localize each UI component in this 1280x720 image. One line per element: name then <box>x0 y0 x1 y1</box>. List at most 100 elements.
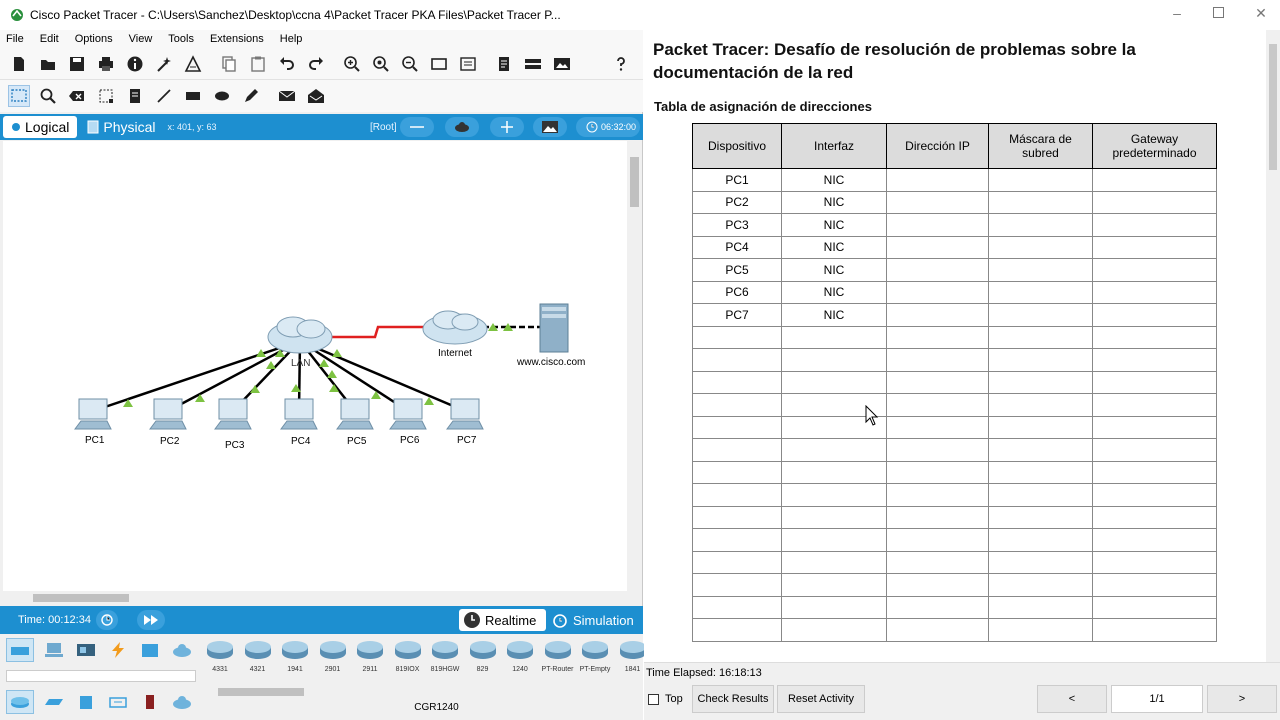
save-button[interactable] <box>66 53 88 75</box>
device-model-item[interactable]: PT-Empty <box>578 638 612 678</box>
pc-node[interactable]: PC4 <box>280 398 318 447</box>
device-model-item[interactable]: 2901 <box>316 638 350 678</box>
subcategory-switches[interactable] <box>40 690 68 714</box>
freeform-tool[interactable] <box>240 85 262 107</box>
menu-help[interactable]: Help <box>280 33 303 45</box>
zoom-out-button[interactable] <box>399 53 421 75</box>
subcategory-wireless[interactable] <box>104 690 132 714</box>
device-search-field[interactable] <box>6 670 196 682</box>
reset-activity-button[interactable]: Reset Activity <box>777 685 865 713</box>
pdu-list-button[interactable] <box>522 53 544 75</box>
drawing-palette-button[interactable] <box>428 53 450 75</box>
horizontal-scroll-thumb[interactable] <box>33 594 129 602</box>
wizard-button[interactable] <box>153 53 175 75</box>
device-model-item[interactable]: PT-Router <box>541 638 575 678</box>
pc-node[interactable]: PC2 <box>149 398 187 447</box>
subcategory-security[interactable] <box>136 690 164 714</box>
place-note-tool[interactable] <box>124 85 146 107</box>
subcategory-wan-emulation[interactable] <box>168 690 196 714</box>
device-model-item[interactable]: 2911 <box>353 638 387 678</box>
minimize-button[interactable]: – <box>1170 6 1184 20</box>
category-end-devices[interactable] <box>40 638 68 662</box>
navigation-button[interactable] <box>400 117 434 137</box>
menu-options[interactable]: Options <box>75 33 113 45</box>
close-button[interactable]: ✕ <box>1254 6 1268 20</box>
top-checkbox[interactable]: Top <box>648 693 683 705</box>
menu-extensions[interactable]: Extensions <box>210 33 264 45</box>
screenshot-button[interactable] <box>551 53 573 75</box>
menu-view[interactable]: View <box>129 33 153 45</box>
internet-cloud[interactable] <box>422 310 488 345</box>
next-page-button[interactable]: > <box>1207 685 1277 713</box>
vertical-scroll-thumb[interactable] <box>630 157 639 207</box>
notes-button[interactable] <box>493 53 515 75</box>
pc-node[interactable]: PC7 <box>446 398 484 446</box>
device-model-item[interactable]: 829 <box>466 638 500 678</box>
device-model-item[interactable]: 1240 <box>503 638 537 678</box>
device-model-item[interactable]: 819IOX <box>391 638 425 678</box>
print-button[interactable] <box>95 53 117 75</box>
pc-node[interactable]: PC5 <box>336 398 374 447</box>
category-multiuser[interactable] <box>168 638 196 662</box>
workspace-vertical-scrollbar[interactable] <box>627 141 641 591</box>
zoom-reset-button[interactable] <box>370 53 392 75</box>
copy-button[interactable] <box>218 53 240 75</box>
maximize-button[interactable] <box>1211 6 1225 20</box>
category-components[interactable] <box>72 638 100 662</box>
previous-page-button[interactable]: < <box>1037 685 1107 713</box>
help-button[interactable] <box>610 53 632 75</box>
instructions-scroll-thumb[interactable] <box>1269 44 1277 170</box>
device-model-item[interactable]: 819HGW <box>428 638 462 678</box>
instructions-scrollbar[interactable] <box>1266 30 1280 662</box>
new-file-button[interactable] <box>8 53 30 75</box>
subcategory-hubs[interactable] <box>72 690 100 714</box>
realtime-mode-button[interactable]: Realtime <box>459 609 546 631</box>
delete-tool[interactable] <box>66 85 88 107</box>
fast-forward-button[interactable] <box>137 610 165 630</box>
inspect-tool[interactable] <box>37 85 59 107</box>
device-list-scroll-thumb[interactable] <box>218 688 304 696</box>
network-topology[interactable]: LAN Internet www.cisco.com PC1 PC2 PC3 PC4 P… <box>3 141 627 591</box>
pc-nodes[interactable]: PC1 PC2 PC3 PC4 PC5 PC6 PC7 <box>74 398 484 451</box>
background-button[interactable] <box>533 117 567 137</box>
resize-tool[interactable] <box>95 85 117 107</box>
redo-button[interactable] <box>305 53 327 75</box>
checkbox-box[interactable] <box>648 693 659 705</box>
pc-node[interactable]: PC6 <box>389 398 427 446</box>
draw-line-tool[interactable] <box>153 85 175 107</box>
undo-button[interactable] <box>276 53 298 75</box>
workspace-horizontal-scrollbar[interactable] <box>3 591 641 605</box>
category-connections[interactable] <box>104 638 132 662</box>
add-simple-pdu-tool[interactable] <box>276 85 298 107</box>
open-button[interactable] <box>37 53 59 75</box>
category-miscellaneous[interactable] <box>136 638 164 662</box>
check-results-button[interactable]: Check Results <box>692 685 774 713</box>
paste-button[interactable] <box>247 53 269 75</box>
device-model-item[interactable]: 1941 <box>278 638 312 678</box>
logical-workspace[interactable]: LAN Internet www.cisco.com PC1 PC2 PC3 PC4 P… <box>3 141 627 591</box>
info-button[interactable] <box>124 53 146 75</box>
menu-tools[interactable]: Tools <box>168 33 194 45</box>
subcategory-routers[interactable] <box>6 690 34 714</box>
power-cycle-button[interactable] <box>96 610 118 630</box>
device-model-item[interactable]: 4321 <box>241 638 275 678</box>
menu-edit[interactable]: Edit <box>40 33 59 45</box>
simulation-clock[interactable]: 06:32:00 <box>576 117 640 137</box>
tab-physical[interactable]: Physical <box>81 116 161 138</box>
draw-ellipse-tool[interactable] <box>211 85 233 107</box>
cluster-button[interactable] <box>445 117 479 137</box>
custom-device-button[interactable] <box>457 53 479 75</box>
draw-rectangle-tool[interactable] <box>182 85 204 107</box>
zoom-in-button[interactable] <box>341 53 363 75</box>
menu-file[interactable]: File <box>6 33 24 45</box>
tab-logical[interactable]: Logical <box>3 116 78 138</box>
activity-wizard-button[interactable] <box>182 53 204 75</box>
lan-cloud[interactable] <box>267 316 333 354</box>
server[interactable] <box>539 303 569 353</box>
device-list-scrollbar[interactable] <box>202 686 641 698</box>
move-view-button[interactable] <box>490 117 524 137</box>
pc-node[interactable]: PC3 <box>214 398 252 451</box>
device-model-item[interactable]: 4331 <box>203 638 237 678</box>
category-network-devices[interactable] <box>6 638 34 662</box>
add-complex-pdu-tool[interactable] <box>305 85 327 107</box>
